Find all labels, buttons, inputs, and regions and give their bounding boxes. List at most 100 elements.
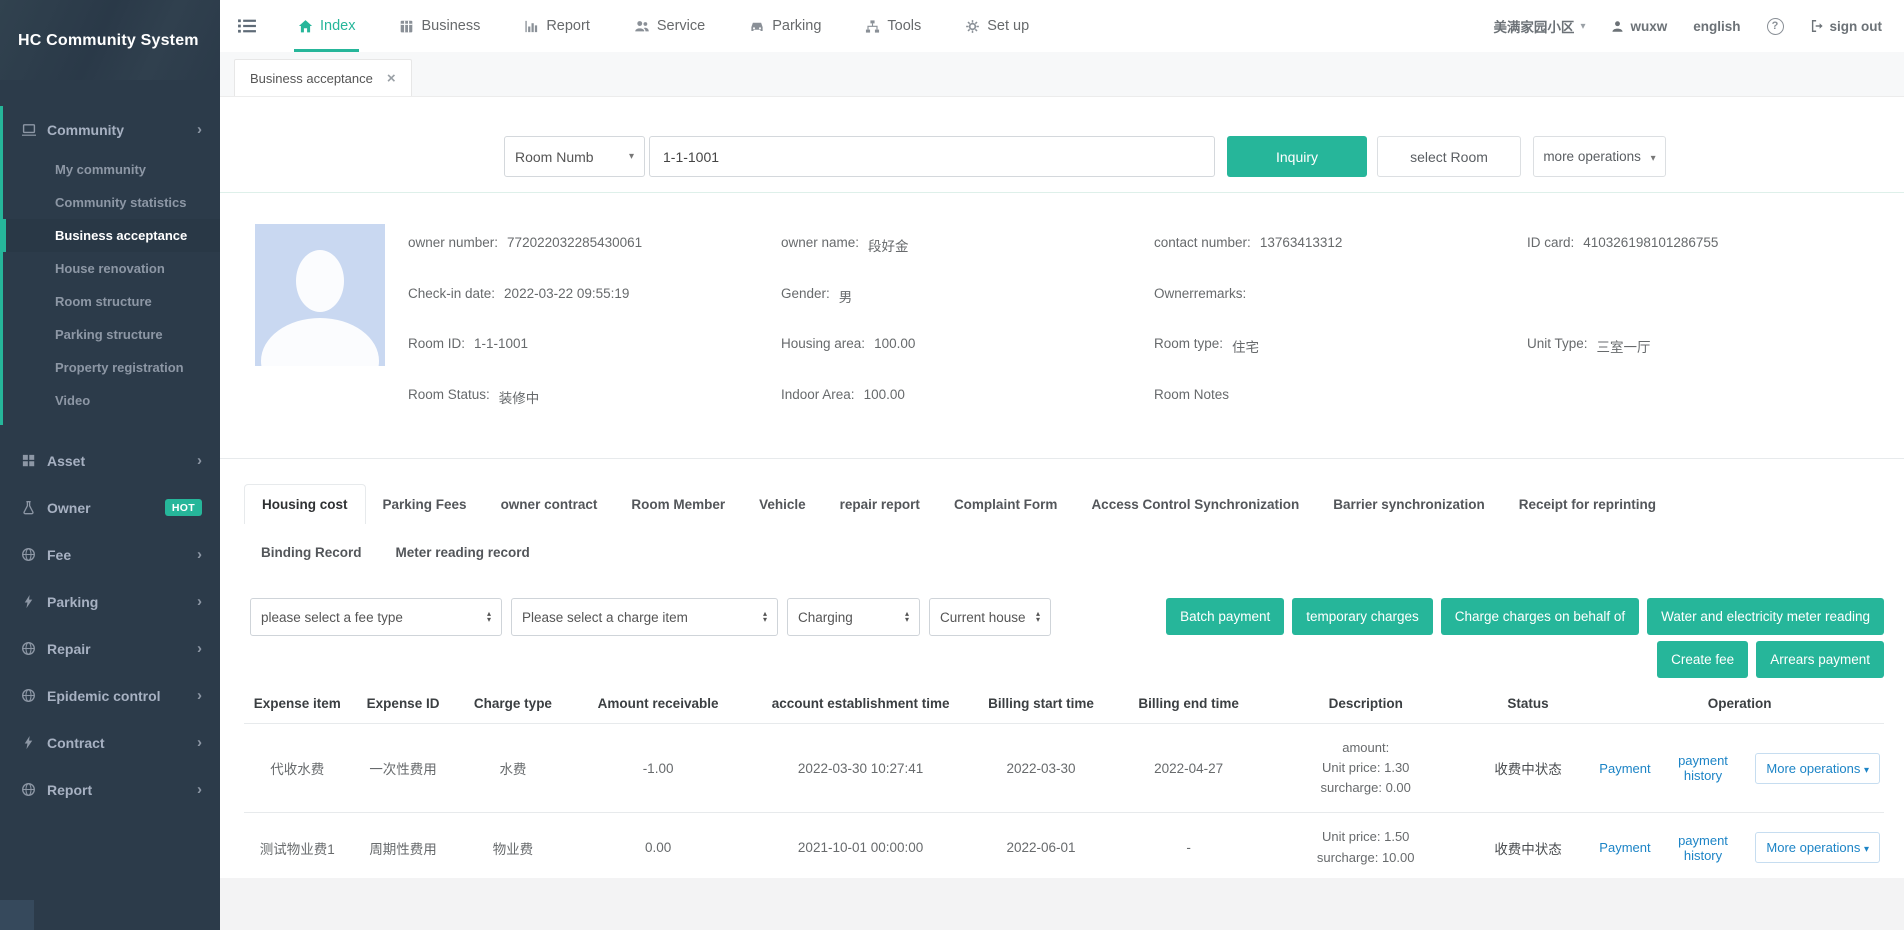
inquiry-button[interactable]: Inquiry	[1227, 136, 1367, 177]
tab-binding-record[interactable]: Binding Record	[244, 533, 379, 572]
sidebar-item-community-statistics[interactable]: Community statistics	[3, 186, 220, 219]
cell-operation: Payment payment history More operations …	[1595, 813, 1884, 878]
sidebar-item-property-registration[interactable]: Property registration	[3, 351, 220, 384]
sidebar-item-contract[interactable]: Contract ›	[0, 719, 220, 766]
flask-icon	[21, 500, 37, 516]
tab-repair-report[interactable]: repair report	[823, 485, 937, 524]
users-icon	[634, 19, 650, 34]
sidebar-item-parking[interactable]: Parking ›	[0, 578, 220, 625]
sidebar-item-label: Repair	[47, 641, 91, 657]
field-value: 100.00	[864, 387, 905, 402]
fee-filter-bar: please select a fee type ▴▾ Please selec…	[220, 572, 1904, 678]
tab-vehicle[interactable]: Vehicle	[742, 485, 823, 524]
sidebar-item-parking-structure[interactable]: Parking structure	[3, 318, 220, 351]
help-icon[interactable]: ?	[1767, 18, 1784, 35]
cell-charge-type: 水费	[456, 724, 571, 813]
field-label: Check-in date:	[408, 286, 495, 301]
batch-payment-button[interactable]: Batch payment	[1166, 598, 1284, 635]
language-switch[interactable]: english	[1693, 19, 1740, 34]
app-logo: HC Community System	[0, 0, 220, 80]
house-select[interactable]: Current house ▴▾	[929, 598, 1051, 636]
sidebar-item-business-acceptance[interactable]: Business acceptance	[3, 219, 220, 252]
payment-history-link[interactable]: payment history	[1669, 753, 1738, 783]
sidebar-item-report[interactable]: Report ›	[0, 766, 220, 813]
tab-receipt-reprinting[interactable]: Receipt for reprinting	[1502, 485, 1673, 524]
cell-account-time: 2022-03-30 10:27:41	[746, 724, 976, 813]
sidebar-collapse-button[interactable]	[0, 900, 34, 930]
charging-select[interactable]: Charging ▴▾	[787, 598, 920, 636]
tab-room-member[interactable]: Room Member	[614, 485, 742, 524]
field-value: 100.00	[874, 336, 915, 351]
page-tab-business-acceptance[interactable]: Business acceptance ×	[234, 59, 412, 96]
field-value: 住宅	[1232, 336, 1259, 356]
close-icon[interactable]: ×	[387, 71, 396, 86]
charge-item-select[interactable]: Please select a charge item ▴▾	[511, 598, 778, 636]
more-operations-button[interactable]: more operations ▾	[1533, 136, 1666, 177]
arrears-payment-button[interactable]: Arrears payment	[1756, 641, 1884, 678]
user-icon	[1611, 20, 1624, 33]
tab-label: Report	[546, 18, 590, 34]
sidebar-item-fee[interactable]: Fee ›	[0, 531, 220, 578]
sidebar-item-house-renovation[interactable]: House renovation	[3, 252, 220, 285]
cell-billing-end: 2022-04-27	[1107, 724, 1271, 813]
hot-badge: HOT	[165, 499, 202, 516]
select-room-button[interactable]: select Room	[1377, 136, 1521, 177]
field-label: Room ID:	[408, 336, 465, 351]
tab-label: Index	[320, 18, 355, 34]
row-more-operations-button[interactable]: More operations ▾	[1755, 832, 1880, 863]
payment-link[interactable]: Payment	[1599, 840, 1650, 855]
tab-index[interactable]: Index	[298, 0, 355, 52]
caret-down-icon: ▾	[1580, 21, 1585, 32]
tab-business[interactable]: Business	[399, 0, 480, 52]
cell-expense-item: 测试物业费1	[244, 813, 351, 878]
sign-out-button[interactable]: sign out	[1810, 19, 1883, 34]
payment-history-link[interactable]: payment history	[1669, 833, 1738, 863]
sidebar-item-room-structure[interactable]: Room structure	[3, 285, 220, 318]
tab-owner-contract[interactable]: owner contract	[484, 485, 615, 524]
temporary-charges-button[interactable]: temporary charges	[1292, 598, 1433, 635]
tab-set-up[interactable]: Set up	[965, 0, 1029, 52]
tab-label: Business	[421, 18, 480, 34]
search-type-select[interactable]: Room Numb ▾	[504, 136, 645, 177]
cell-operation: Payment payment history More operations …	[1595, 724, 1884, 813]
fee-type-select[interactable]: please select a fee type ▴▾	[250, 598, 502, 636]
payment-link[interactable]: Payment	[1599, 761, 1650, 776]
col-expense-id: Expense ID	[351, 688, 456, 724]
sitemap-icon	[865, 19, 880, 34]
sidebar: HC Community System Community › My commu…	[0, 0, 220, 930]
meter-reading-button[interactable]: Water and electricity meter reading	[1647, 598, 1884, 635]
bolt-icon	[21, 735, 37, 751]
sidebar-group-community: Community › My community Community stati…	[0, 106, 220, 425]
room-number-input[interactable]	[649, 136, 1215, 177]
sidebar-item-repair[interactable]: Repair ›	[0, 625, 220, 672]
sidebar-item-my-community[interactable]: My community	[3, 153, 220, 186]
sidebar-item-asset[interactable]: Asset ›	[0, 437, 220, 484]
row-more-operations-button[interactable]: More operations ▾	[1755, 753, 1880, 784]
tab-tools[interactable]: Tools	[865, 0, 921, 52]
bar-chart-icon	[524, 19, 539, 34]
menu-list-icon[interactable]	[236, 0, 258, 52]
bolt-icon	[21, 594, 37, 610]
sidebar-item-community[interactable]: Community ›	[3, 106, 220, 153]
field-label: owner name:	[781, 235, 859, 250]
tab-meter-reading-record[interactable]: Meter reading record	[379, 533, 547, 572]
tab-complaint-form[interactable]: Complaint Form	[937, 485, 1075, 524]
tab-service[interactable]: Service	[634, 0, 705, 52]
chevron-right-icon: ›	[197, 640, 202, 657]
caret-down-icon: ▾	[1651, 153, 1656, 164]
sidebar-item-owner[interactable]: Owner HOT	[0, 484, 220, 531]
globe-icon	[21, 547, 37, 563]
create-fee-button[interactable]: Create fee	[1657, 641, 1748, 678]
charge-on-behalf-button[interactable]: Charge charges on behalf of	[1441, 598, 1639, 635]
tab-access-control-sync[interactable]: Access Control Synchronization	[1074, 485, 1316, 524]
field-label: Housing area:	[781, 336, 865, 351]
tab-report[interactable]: Report	[524, 0, 590, 52]
sidebar-item-epidemic-control[interactable]: Epidemic control ›	[0, 672, 220, 719]
tab-parking[interactable]: Parking	[749, 0, 821, 52]
tab-barrier-sync[interactable]: Barrier synchronization	[1316, 485, 1502, 524]
tab-housing-cost[interactable]: Housing cost	[244, 484, 366, 524]
tab-parking-fees[interactable]: Parking Fees	[366, 485, 484, 524]
community-selector[interactable]: 美满家园小区 ▾	[1493, 16, 1585, 36]
sidebar-item-video[interactable]: Video	[3, 384, 220, 417]
user-menu[interactable]: wuxw	[1611, 19, 1667, 34]
